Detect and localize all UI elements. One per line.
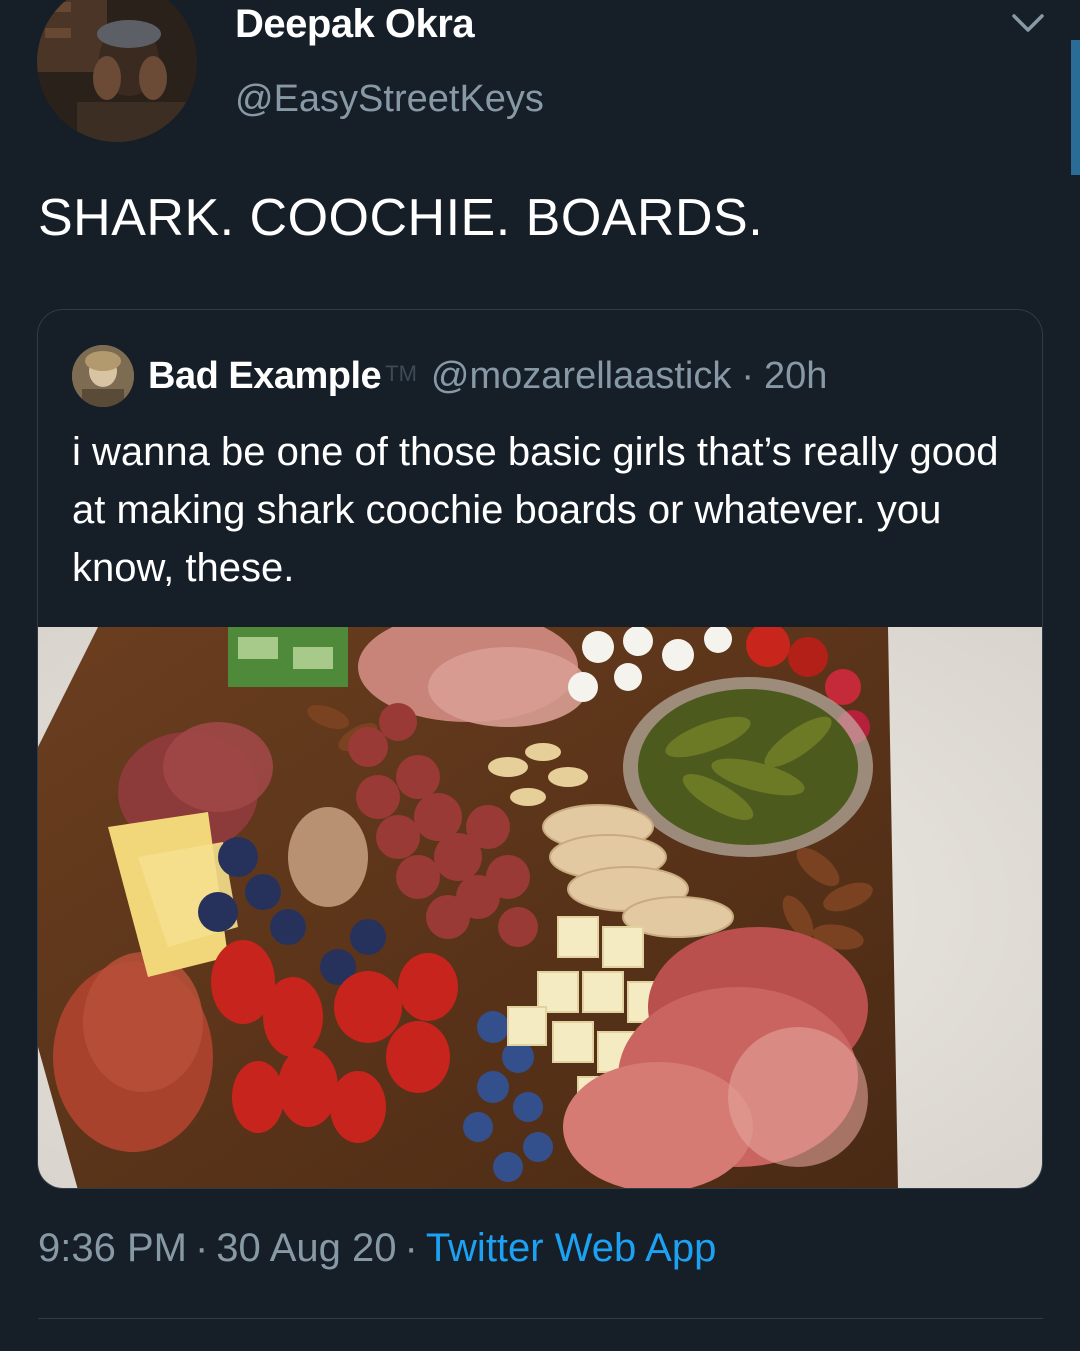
chevron-down-icon[interactable] [1010, 8, 1046, 38]
quoted-avatar-image [72, 345, 134, 407]
quoted-author-display-name[interactable]: Bad Example [148, 355, 382, 398]
tweet-date[interactable]: 30 Aug 20 [216, 1226, 396, 1270]
quoted-tweet-card[interactable]: Bad Example TM @mozarellaastick · 20h i … [37, 309, 1043, 1189]
quoted-tweet-time[interactable]: 20h [764, 355, 827, 398]
tweet-text: SHARK. COOCHIE. BOARDS. [38, 189, 764, 247]
author-handle[interactable]: @EasyStreetKeys [235, 78, 544, 121]
meta-separator: · [194, 1226, 209, 1270]
tweet-source-link[interactable]: Twitter Web App [426, 1226, 717, 1270]
author-avatar-image [37, 0, 197, 142]
quoted-tweet-photo[interactable] [38, 627, 1042, 1188]
quoted-author-avatar[interactable] [72, 345, 134, 407]
meta-separator: · [404, 1226, 418, 1270]
scrollbar-thumb[interactable] [1071, 40, 1080, 175]
tweet-detail-page: Deepak Okra @EasyStreetKeys SHARK. COOCH… [0, 0, 1080, 1351]
quoted-author-name-suffix: TM [385, 361, 417, 386]
tweet-meta-row: 9:36 PM · 30 Aug 20 · Twitter Web App [38, 1226, 716, 1271]
quoted-tweet-header: Bad Example TM @mozarellaastick · 20h [72, 345, 827, 407]
quoted-header-separator: · [741, 354, 755, 397]
quoted-tweet-text: i wanna be one of those basic girls that… [72, 430, 999, 590]
author-avatar[interactable] [37, 0, 197, 142]
author-display-name[interactable]: Deepak Okra [235, 2, 475, 47]
divider [38, 1318, 1043, 1319]
tweet-time[interactable]: 9:36 PM [38, 1226, 187, 1270]
charcuterie-board-image [38, 627, 1042, 1188]
quoted-author-handle[interactable]: @mozarellaastick [431, 355, 731, 398]
